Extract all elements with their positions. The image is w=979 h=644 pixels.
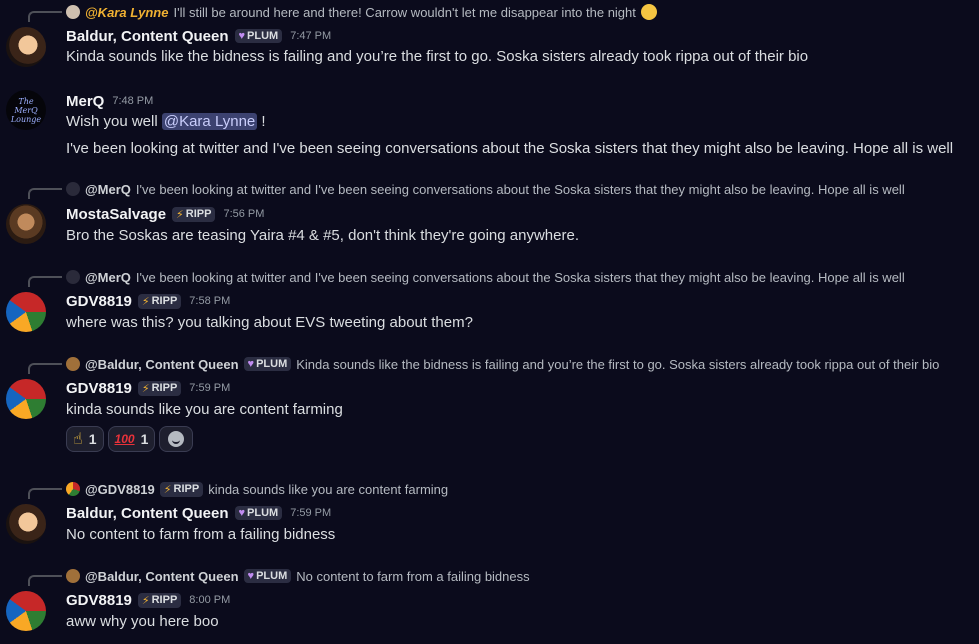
reply-text: kinda sounds like you are content farmin… <box>208 481 449 497</box>
reply-preview[interactable]: @Baldur, Content Queen ♥ PLUM No content … <box>66 566 530 586</box>
laughing-emoji-icon <box>640 4 657 20</box>
reaction-count: 1 <box>88 431 97 447</box>
reply-avatar <box>66 5 80 19</box>
role-tag[interactable]: ⚡ RIPP <box>137 592 182 608</box>
hundred-icon: 100 <box>114 432 135 446</box>
reply-avatar <box>66 270 80 284</box>
reply-avatar <box>66 569 80 583</box>
reply-author[interactable]: @Baldur, Content Queen <box>85 569 239 584</box>
smiley-icon <box>168 431 185 447</box>
avatar[interactable] <box>6 379 46 419</box>
lightning-icon: ⚡ <box>163 483 172 496</box>
role-tag[interactable]: ♥ PLUM <box>234 29 283 43</box>
lightning-icon: ⚡ <box>141 295 150 308</box>
lightning-icon: ⚡ <box>141 594 150 607</box>
author-name[interactable]: GDV8819 <box>66 592 132 609</box>
avatar[interactable] <box>6 204 46 244</box>
heart-icon: ♥ <box>247 570 255 582</box>
role-tag[interactable]: ⚡ RIPP <box>172 206 216 222</box>
point-up-icon: ☝ <box>73 431 83 448</box>
reply-avatar <box>66 482 80 496</box>
timestamp: 7:59 PM <box>290 507 332 519</box>
reaction-point-up[interactable]: ☝ 1 <box>66 426 104 452</box>
lightning-icon: ⚡ <box>176 208 184 221</box>
avatar[interactable]: The MerQ Lounge <box>6 90 46 130</box>
reactions-bar: ☝ 1 100 1 <box>66 426 194 452</box>
add-reaction-button[interactable] <box>159 426 194 452</box>
author-name[interactable]: GDV8819 <box>66 380 132 397</box>
reply-preview[interactable]: @Baldur, Content Queen ♥ PLUM Kinda sound… <box>66 354 939 374</box>
reaction-count: 1 <box>140 431 149 447</box>
message-text: aww why you here boo <box>66 613 219 630</box>
message-text: Bro the Soskas are teasing Yaira #4 & #5… <box>66 227 579 244</box>
lightning-icon: ⚡ <box>141 382 150 395</box>
timestamp: 7:58 PM <box>189 295 231 307</box>
heart-icon: ♥ <box>238 30 246 42</box>
timestamp: 7:56 PM <box>223 208 265 220</box>
reaction-hundred[interactable]: 100 1 <box>107 426 156 452</box>
reply-text: I've been looking at twitter and I've be… <box>135 269 905 285</box>
avatar[interactable] <box>6 504 46 544</box>
message-text: where was this? you talking about EVS tw… <box>66 314 473 331</box>
author-name[interactable]: GDV8819 <box>66 293 132 310</box>
timestamp: 7:48 PM <box>112 95 154 107</box>
reply-spine <box>28 276 62 287</box>
role-tag[interactable]: ⚡ RIPP <box>137 293 182 309</box>
reply-author[interactable]: @MerQ <box>85 270 131 285</box>
timestamp: 7:59 PM <box>189 382 231 394</box>
reply-preview[interactable]: @MerQ I've been looking at twitter and I… <box>66 179 905 199</box>
reply-avatar <box>66 182 80 196</box>
reply-text: Kinda sounds like the bidness is failing… <box>296 356 940 372</box>
reply-preview[interactable]: @MerQ I've been looking at twitter and I… <box>66 267 905 287</box>
role-tag: ♥ PLUM <box>243 569 292 583</box>
heart-icon: ♥ <box>238 507 246 519</box>
avatar-logo-text: The MerQ Lounge <box>10 96 42 124</box>
user-mention[interactable]: @Kara Lynne <box>161 113 258 130</box>
avatar[interactable] <box>6 27 46 67</box>
reply-author[interactable]: @Baldur, Content Queen <box>85 357 239 372</box>
reply-preview[interactable]: @GDV8819 ⚡ RIPP kinda sounds like you are… <box>66 479 448 499</box>
role-tag[interactable]: ⚡ RIPP <box>137 380 182 396</box>
message-text: kinda sounds like you are content farmin… <box>66 401 343 418</box>
message-text: Wish you well @Kara Lynne ! <box>66 113 266 130</box>
heart-icon: ♥ <box>247 358 255 370</box>
message-text: No content to farm from a failing bidnes… <box>66 526 336 543</box>
timestamp: 7:47 PM <box>290 30 332 42</box>
reply-preview[interactable]: @Kara Lynne I'll still be around here an… <box>66 2 657 22</box>
reply-text: I'll still be around here and there! Car… <box>173 4 636 20</box>
reply-author[interactable]: @GDV8819 <box>85 482 155 497</box>
reply-author[interactable]: @MerQ <box>85 182 131 197</box>
avatar[interactable] <box>6 591 46 631</box>
avatar[interactable] <box>6 292 46 332</box>
reply-spine <box>28 488 62 499</box>
author-name[interactable]: MerQ <box>66 93 104 110</box>
reply-author[interactable]: @Kara Lynne <box>85 5 168 20</box>
reply-avatar <box>66 357 80 371</box>
author-name[interactable]: Baldur, Content Queen <box>66 505 229 522</box>
role-tag: ⚡ RIPP <box>159 481 204 497</box>
role-tag[interactable]: ♥ PLUM <box>234 506 283 520</box>
timestamp: 8:00 PM <box>189 594 231 606</box>
author-name[interactable]: Baldur, Content Queen <box>66 28 229 45</box>
message-text: I've been looking at twitter and I've be… <box>66 140 954 157</box>
role-tag: ♥ PLUM <box>243 357 292 371</box>
reply-spine <box>28 363 62 374</box>
reply-text: No content to farm from a failing bidnes… <box>296 568 530 584</box>
message-text: Kinda sounds like the bidness is failing… <box>66 48 809 65</box>
reply-spine <box>28 188 62 199</box>
reply-text: I've been looking at twitter and I've be… <box>135 181 905 197</box>
reply-spine <box>28 11 62 22</box>
reply-spine <box>28 575 62 586</box>
author-name[interactable]: MostaSalvage <box>66 206 166 223</box>
